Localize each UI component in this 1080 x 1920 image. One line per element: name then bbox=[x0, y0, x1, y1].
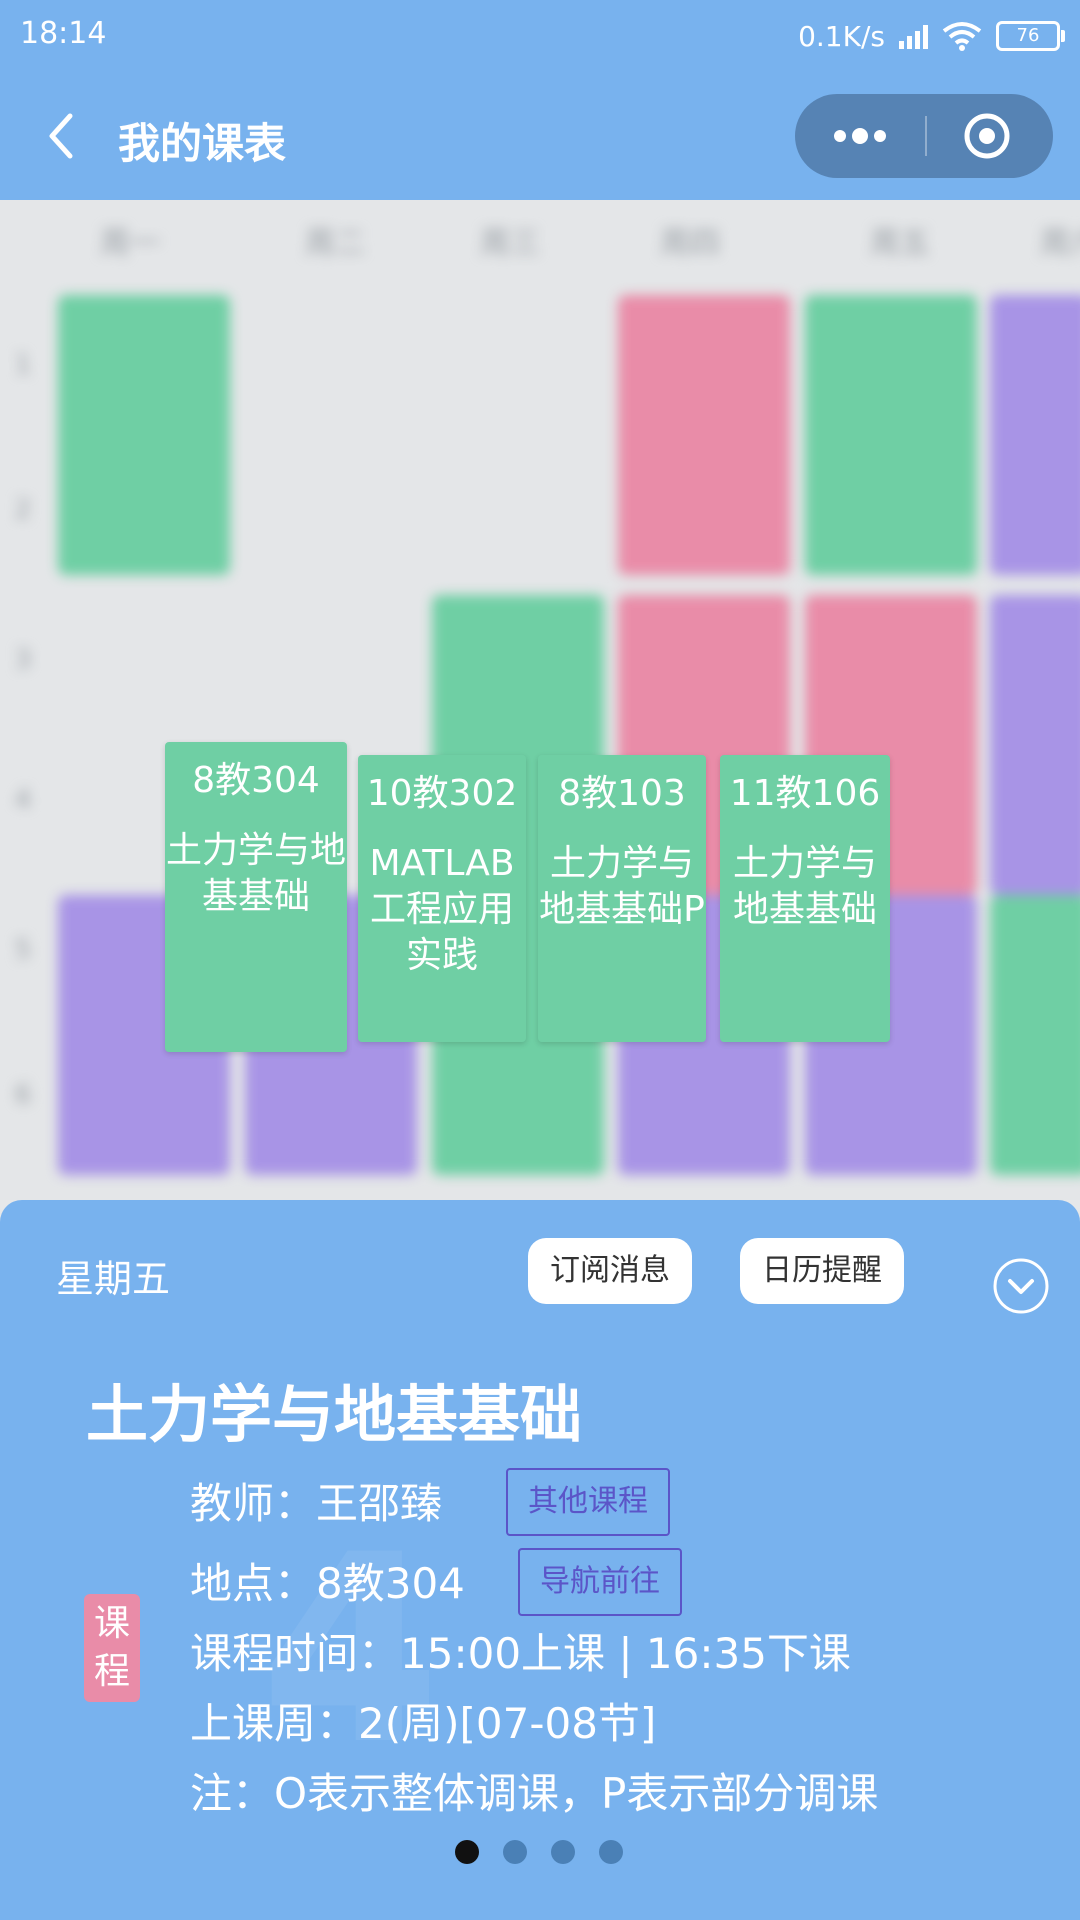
timetable-block[interactable] bbox=[618, 295, 790, 575]
day-header: 周二 bbox=[305, 226, 365, 261]
page-dot[interactable] bbox=[503, 1840, 527, 1864]
course-card[interactable]: 11教106 土力学与地基基础 bbox=[720, 755, 890, 1042]
network-speed: 0.1K/s bbox=[798, 19, 885, 53]
course-card-name: 土力学与地基基础 bbox=[165, 830, 346, 917]
course-detail-sheet: 4 星期五 订阅消息 日历提醒 土力学与地基基础 教师：王邵臻 其他课程 地点：… bbox=[0, 1200, 1080, 1920]
period-number: 6 bbox=[14, 1080, 32, 1110]
course-card-name: MATLAB工程应用实践 bbox=[369, 843, 515, 976]
location-line: 地点：8教304 bbox=[190, 1559, 465, 1608]
back-arrow-icon[interactable] bbox=[40, 108, 90, 164]
course-title: 土力学与地基基础 bbox=[86, 1378, 583, 1451]
timetable-block[interactable] bbox=[990, 595, 1080, 895]
navigate-button[interactable]: 导航前往 bbox=[518, 1548, 682, 1616]
day-header: 周四 bbox=[660, 226, 720, 261]
page-indicator[interactable] bbox=[455, 1840, 623, 1864]
nav-bar: 我的课表 bbox=[0, 72, 1080, 200]
timetable-blurred: 周一 周二 周三 周四 周五 周六 1 2 3 4 5 6 bbox=[0, 200, 1080, 1200]
course-card-location: 10教302 bbox=[366, 773, 518, 814]
course-card[interactable]: 8教103 土力学与地基基础P bbox=[538, 755, 706, 1042]
battery-icon: 76 bbox=[996, 21, 1065, 51]
course-card[interactable]: 8教304 土力学与地基基础 bbox=[165, 742, 347, 1052]
course-card-name: 土力学与地基基础P bbox=[539, 843, 705, 930]
course-card-location: 11教106 bbox=[729, 773, 881, 814]
day-header: 周三 bbox=[480, 226, 540, 261]
wifi-icon bbox=[942, 22, 982, 51]
period-number: 1 bbox=[14, 350, 32, 380]
other-courses-button[interactable]: 其他课程 bbox=[506, 1468, 670, 1536]
more-icon[interactable] bbox=[795, 94, 925, 178]
chevron-down-icon[interactable] bbox=[992, 1257, 1050, 1315]
timetable-block[interactable] bbox=[58, 295, 230, 575]
note-line: 注：O表示整体调课，P表示部分调课 bbox=[190, 1769, 879, 1818]
day-header: 周六 bbox=[1040, 226, 1080, 261]
period-number: 3 bbox=[14, 645, 32, 675]
period-number: 2 bbox=[14, 495, 32, 525]
status-time: 18:14 bbox=[20, 16, 107, 51]
subscribe-button[interactable]: 订阅消息 bbox=[528, 1238, 692, 1304]
period-number: 4 bbox=[14, 785, 32, 815]
miniprogram-capsule bbox=[795, 94, 1053, 178]
timetable-block[interactable] bbox=[990, 895, 1080, 1175]
course-card-name: 土力学与地基基础 bbox=[732, 843, 877, 930]
period-number: 5 bbox=[14, 935, 32, 965]
course-tag: 课程 bbox=[84, 1594, 140, 1702]
page-dot[interactable] bbox=[455, 1840, 479, 1864]
calendar-reminder-button[interactable]: 日历提醒 bbox=[740, 1238, 904, 1304]
day-header: 周一 bbox=[100, 226, 160, 261]
page-dot[interactable] bbox=[599, 1840, 623, 1864]
course-card[interactable]: 10教302 MATLAB工程应用实践 bbox=[358, 755, 526, 1042]
day-header: 周五 bbox=[870, 226, 930, 261]
status-bar: 18:14 0.1K/s 76 bbox=[0, 0, 1080, 72]
timetable-block[interactable] bbox=[805, 295, 977, 575]
signal-icon bbox=[899, 23, 928, 49]
course-card-location: 8教304 bbox=[192, 760, 320, 801]
timetable-grid: 周一 周二 周三 周四 周五 周六 1 2 3 4 5 6 bbox=[0, 200, 1080, 1200]
teacher-line: 教师：王邵臻 bbox=[190, 1479, 443, 1528]
timetable-block[interactable] bbox=[990, 295, 1080, 575]
weekday-label: 星期五 bbox=[56, 1257, 171, 1301]
status-icons: 0.1K/s 76 bbox=[798, 14, 1065, 58]
weeks-line: 上课周：2(周)[07-08节] bbox=[190, 1699, 657, 1748]
page-dot[interactable] bbox=[551, 1840, 575, 1864]
course-card-location: 8教103 bbox=[558, 773, 686, 814]
time-line: 课程时间：15:00上课 | 16:35下课 bbox=[190, 1629, 851, 1678]
close-miniprogram-icon[interactable] bbox=[927, 94, 1053, 178]
page-title: 我的课表 bbox=[118, 119, 287, 168]
